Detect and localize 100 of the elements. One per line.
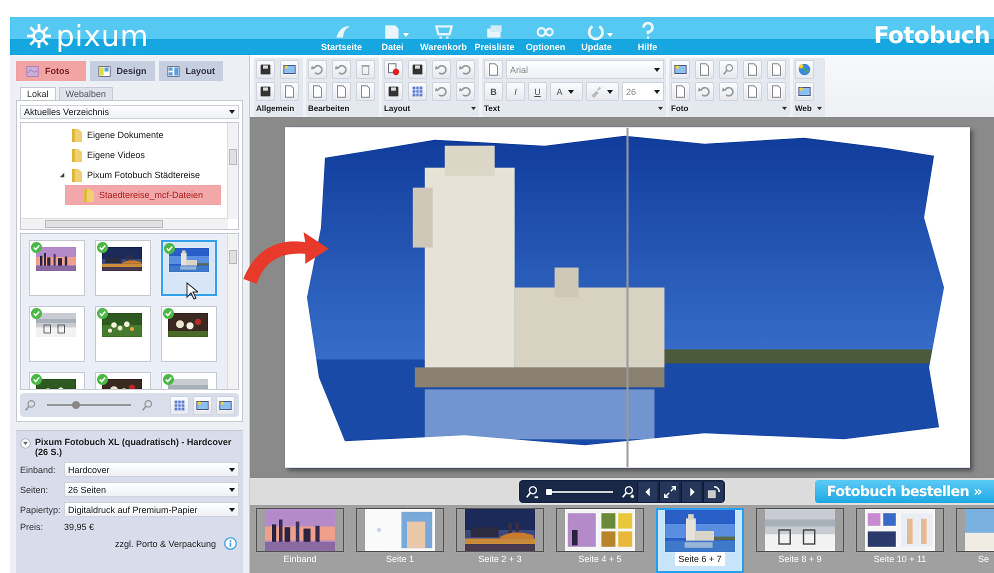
nav-control[interactable] bbox=[659, 482, 679, 502]
tree-item[interactable]: Pixum Fotobuch Städtereise bbox=[57, 165, 207, 185]
scrollbar[interactable] bbox=[21, 218, 228, 229]
zoom-in-icon[interactable] bbox=[621, 484, 635, 498]
folder-icon bbox=[71, 167, 83, 183]
toolbar-button[interactable] bbox=[216, 396, 235, 414]
page-thumbnail[interactable]: Seite 8 + 9 bbox=[756, 508, 844, 573]
format-button[interactable]: U bbox=[528, 82, 547, 101]
dropdown[interactable]: Digitaldruck auf Premium-Papier bbox=[64, 502, 239, 517]
photo-thumbnail[interactable] bbox=[95, 306, 151, 362]
nav-button[interactable]: Preisliste bbox=[469, 22, 520, 55]
rotate-icon bbox=[706, 484, 720, 498]
mode-tab[interactable]: Design bbox=[90, 61, 155, 81]
fullscreen-icon bbox=[662, 484, 676, 498]
nav-button[interactable]: Update bbox=[571, 22, 622, 55]
photo-thumbnail[interactable] bbox=[29, 306, 85, 362]
photo-thumbnail[interactable] bbox=[161, 240, 217, 296]
dropdown[interactable]: Hardcover bbox=[64, 462, 239, 477]
caret-icon[interactable] bbox=[657, 106, 664, 110]
caret-icon[interactable] bbox=[781, 106, 788, 110]
page-thumbnail[interactable]: Seite 1 bbox=[356, 508, 444, 573]
toolbar-button[interactable] bbox=[384, 82, 403, 101]
photo-thumbnail[interactable] bbox=[161, 306, 217, 362]
nav-control[interactable] bbox=[681, 482, 701, 502]
image-icon bbox=[674, 63, 687, 76]
font-dropdown[interactable]: Arial bbox=[506, 60, 664, 79]
magnifier-icon bbox=[722, 63, 735, 76]
group-label: Bearbeiten bbox=[308, 104, 350, 112]
page-thumbnail[interactable]: Einband bbox=[256, 508, 344, 573]
page-icon bbox=[770, 85, 783, 98]
caret-icon[interactable] bbox=[816, 106, 823, 110]
nav-button[interactable]: Hilfe bbox=[622, 22, 673, 55]
grid-icon bbox=[173, 398, 186, 412]
page-thumbnail[interactable]: Seite 2 + 3 bbox=[456, 508, 544, 573]
curved-arrow-icon bbox=[698, 85, 711, 98]
format-button[interactable]: B bbox=[484, 82, 503, 101]
tree-item[interactable]: Eigene Videos bbox=[57, 145, 207, 165]
folder-icon bbox=[83, 187, 95, 203]
price: 39,95 € bbox=[64, 522, 94, 532]
field-label: Seiten: bbox=[20, 484, 50, 494]
page-icon bbox=[746, 63, 759, 76]
trash-icon bbox=[359, 63, 372, 76]
columns-icon bbox=[166, 64, 180, 78]
nav-control[interactable] bbox=[637, 482, 657, 502]
toolbar-button[interactable] bbox=[408, 60, 427, 79]
brush-icon bbox=[589, 85, 602, 98]
info-icon[interactable] bbox=[224, 537, 237, 550]
photo-thumbnail[interactable] bbox=[29, 240, 85, 296]
order-button[interactable]: Fotobuch bestellen » bbox=[814, 480, 994, 503]
format-button[interactable]: A bbox=[550, 82, 583, 101]
dropdown[interactable]: 26 Seiten bbox=[64, 482, 239, 497]
curved-arrow-icon bbox=[722, 85, 735, 98]
source-tab[interactable]: Lokal bbox=[20, 87, 56, 100]
toolbar-button[interactable] bbox=[280, 60, 299, 79]
product-title: Pixum Fotobuch XL (quadratisch) - Hardcover (26 S.) bbox=[35, 437, 232, 457]
page-thumbnail[interactable]: Se bbox=[956, 508, 994, 573]
group-label: Allgemein bbox=[256, 104, 294, 112]
zoom-out-icon[interactable] bbox=[525, 484, 539, 498]
curved-arrow-icon bbox=[335, 63, 348, 76]
grid-icon bbox=[411, 85, 424, 98]
page-thumbnail[interactable]: Seite 4 + 5 bbox=[556, 508, 644, 573]
field-label: Papiertyp: bbox=[20, 504, 62, 514]
nav-button[interactable]: Optionen bbox=[520, 22, 571, 55]
group-label: Web bbox=[795, 104, 812, 112]
tree-item[interactable]: Staedtereise_mcf-Dateien bbox=[65, 185, 221, 205]
page-icon bbox=[311, 85, 324, 98]
expanded-arrow-icon[interactable] bbox=[59, 172, 65, 178]
collapse-icon[interactable] bbox=[20, 438, 31, 449]
scrollbar[interactable] bbox=[227, 123, 238, 219]
scrollbar[interactable] bbox=[227, 234, 238, 389]
mode-tab[interactable]: Layout bbox=[158, 61, 224, 81]
image-icon bbox=[219, 398, 232, 412]
mode-tab[interactable]: Fotos bbox=[16, 61, 86, 81]
nav-control[interactable] bbox=[703, 482, 723, 502]
tree-item[interactable]: Eigene Dokumente bbox=[57, 125, 207, 145]
field-label: Preis: bbox=[20, 522, 44, 532]
image-icon bbox=[798, 85, 811, 98]
font-size-dropdown[interactable]: 26 bbox=[622, 82, 664, 101]
image-icon bbox=[26, 64, 39, 78]
magnifier-icon bbox=[141, 398, 154, 412]
page-thumbnail[interactable]: Seite 10 + 11 bbox=[856, 508, 944, 573]
cursor-icon bbox=[186, 282, 198, 300]
page-thumbnail[interactable]: Seite 6 + 7 bbox=[656, 508, 744, 573]
toolbar-button[interactable] bbox=[795, 82, 814, 101]
toolbar-button[interactable] bbox=[671, 60, 690, 79]
sun-icon bbox=[26, 23, 52, 49]
toolbar-button[interactable] bbox=[193, 396, 212, 414]
nav-button[interactable]: Startseite bbox=[316, 22, 367, 55]
photo-thumbnail[interactable] bbox=[95, 240, 151, 296]
toolbar-button[interactable] bbox=[256, 82, 275, 101]
source-tab[interactable]: Webalben bbox=[58, 87, 113, 100]
nav-button[interactable]: Datei bbox=[367, 22, 418, 55]
layout-icon bbox=[98, 64, 110, 78]
toolbar-button[interactable] bbox=[256, 60, 275, 79]
format-button[interactable]: I bbox=[506, 82, 525, 101]
toolbar-button[interactable] bbox=[384, 60, 403, 79]
folder-dropdown[interactable]: Aktuelles Verzeichnis bbox=[20, 105, 239, 119]
page-icon bbox=[487, 63, 500, 76]
caret-icon[interactable] bbox=[470, 106, 477, 110]
nav-button[interactable]: Warenkorb bbox=[418, 22, 469, 55]
